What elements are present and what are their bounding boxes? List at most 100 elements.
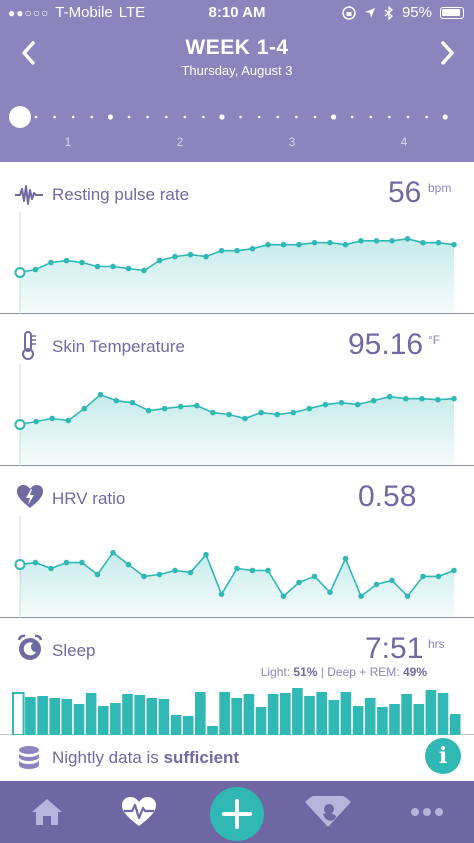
week-tick-label: 4 [401, 135, 408, 149]
pulse-point [451, 241, 457, 248]
sleep-bar [182, 716, 194, 735]
skin-point [242, 415, 248, 422]
tab-ultrasound[interactable] [290, 781, 366, 843]
skin-point [49, 415, 55, 422]
heart-bolt-icon [17, 485, 43, 508]
alarm-clock-icon [17, 634, 43, 660]
sleep-bar [134, 695, 145, 735]
pulse-start-point [14, 266, 26, 278]
pulse-point [296, 241, 302, 248]
skin-point [354, 401, 361, 408]
pulse-point [32, 266, 39, 273]
add-entry-button[interactable] [210, 787, 264, 841]
sleep-bar [413, 704, 425, 735]
skin-point [33, 418, 39, 425]
sleep-bar [437, 693, 449, 735]
next-week-button[interactable] [432, 38, 462, 68]
skin-temperature-card[interactable]: Skin Temperature 95.16 °F [0, 314, 474, 466]
skin-point [322, 401, 329, 408]
data-status-prefix: Nightly data is [52, 748, 159, 767]
sleep-bar [73, 704, 85, 735]
pulse-point [389, 238, 395, 244]
hrv-point [265, 567, 271, 574]
sleep-bar [207, 726, 218, 735]
timeline-dot [313, 115, 317, 119]
timeline-dot [442, 114, 448, 120]
separator: | [320, 665, 324, 679]
pulse-point [311, 239, 318, 246]
hrv-start-point [14, 559, 26, 571]
info-button[interactable]: i [425, 738, 461, 774]
sleep-bar [12, 692, 25, 735]
sleep-bar [352, 706, 364, 735]
skin-point [210, 409, 216, 416]
timeline-dot [276, 115, 280, 119]
timeline-dot [219, 114, 225, 120]
sleep-bar [377, 707, 388, 735]
skin-temperature-unit: °F [428, 333, 441, 347]
hrv-point [358, 593, 364, 599]
timeline-dot [127, 115, 131, 119]
tab-home[interactable] [18, 781, 76, 843]
sleep-bar [85, 693, 97, 735]
sleep-bar [61, 699, 73, 735]
timeline-dot [146, 115, 149, 119]
week-tick-label: 2 [177, 135, 184, 149]
hrv-point [404, 593, 411, 599]
pulse-point [125, 265, 132, 272]
timeline-dot [295, 115, 298, 119]
sleep-bar [146, 698, 158, 735]
timeline-dot [406, 115, 410, 119]
skin-point [451, 395, 457, 402]
hrv-point [373, 581, 380, 588]
skin-point [290, 409, 297, 416]
skin-temperature-title: Skin Temperature [52, 337, 185, 356]
sleep-bar [340, 692, 352, 735]
pulse-point [280, 241, 287, 248]
sleep-bar [328, 700, 340, 735]
skin-point [194, 402, 200, 409]
sleep-bar [158, 699, 170, 735]
hrv-point [94, 571, 101, 578]
pulse-point [79, 259, 85, 266]
hrv-point [48, 565, 54, 572]
skin-point [65, 417, 71, 424]
timeline-handle[interactable] [9, 106, 31, 128]
hrv-chart [14, 516, 457, 618]
pulse-point [358, 238, 364, 244]
sleep-bar [255, 707, 267, 735]
more-icon [411, 808, 443, 816]
home-icon [32, 799, 62, 825]
light-label: Light: [260, 665, 291, 679]
data-status-emphasis: sufficient [163, 748, 240, 767]
tab-more[interactable] [396, 781, 458, 843]
week-timeline-slider[interactable]: 1 2 3 4 [0, 100, 474, 155]
sleep-bar [170, 715, 182, 735]
data-status-row: Nightly data is sufficient [0, 735, 474, 781]
pulse-point [94, 263, 101, 270]
sleep-bar [25, 697, 36, 735]
hrv-card[interactable]: HRV ratio 0.58 [0, 466, 474, 618]
pulse-point [234, 247, 240, 254]
hrv-point [249, 567, 256, 574]
timeline-dot [90, 115, 94, 119]
sleep-bar [304, 696, 315, 735]
sleep-bar [292, 688, 303, 735]
pulse-point [110, 263, 116, 270]
hrv-point [63, 559, 70, 566]
skin-point [145, 407, 152, 414]
pulse-point [373, 238, 380, 244]
skin-area [20, 394, 454, 466]
skin-point [177, 403, 184, 410]
tab-health[interactable] [108, 781, 170, 843]
page-title: WEEK 1-4 [185, 36, 289, 59]
hrv-point [389, 577, 395, 584]
hrv-point [203, 551, 209, 558]
thermometer-icon [22, 331, 36, 360]
hrv-point [296, 579, 302, 586]
skin-temperature-chart [14, 364, 457, 466]
sleep-bar [195, 692, 206, 735]
pulse-card[interactable]: Resting pulse rate 56 bpm [0, 162, 474, 314]
sleep-bar [122, 694, 133, 735]
hrv-area [20, 552, 454, 618]
